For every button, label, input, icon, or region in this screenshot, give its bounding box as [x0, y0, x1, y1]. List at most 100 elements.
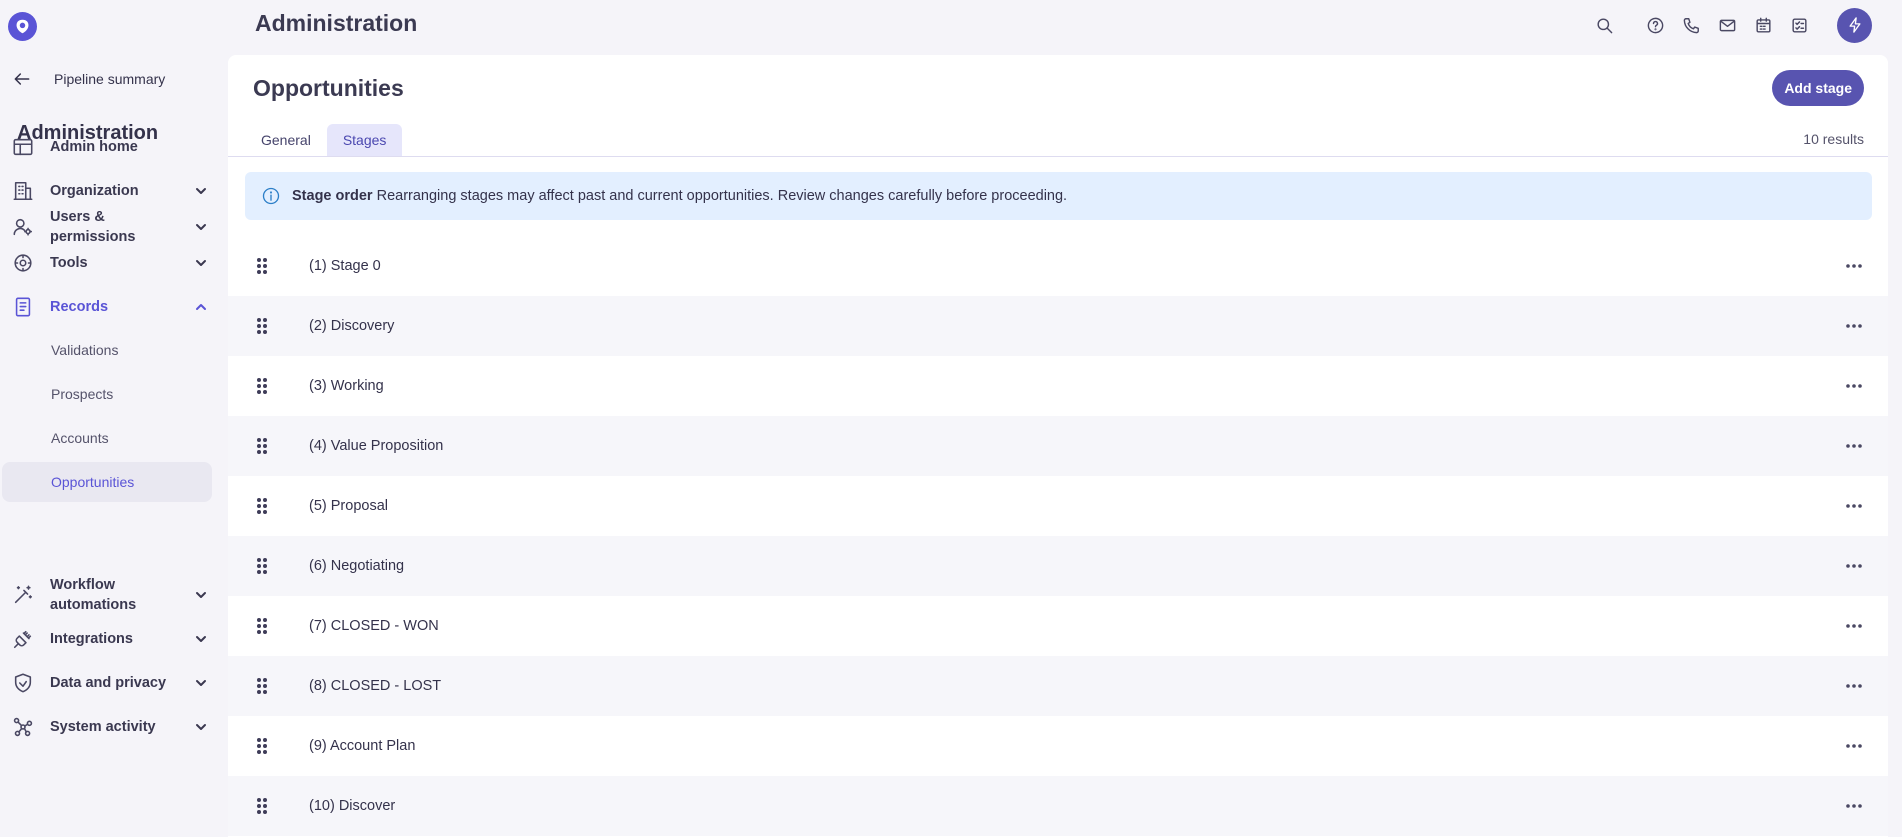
stage-row[interactable]: (4) Value Proposition	[228, 416, 1888, 476]
drag-handle-icon[interactable]	[256, 737, 268, 755]
stage-name: (8) CLOSED - LOST	[309, 678, 442, 694]
more-options-icon[interactable]	[1844, 736, 1864, 756]
sidebar-subitem-validations[interactable]: Validations	[2, 330, 212, 370]
sidebar-item-label: Admin home	[50, 139, 138, 155]
stage-row[interactable]: (3) Working	[228, 356, 1888, 416]
drag-handle-icon[interactable]	[256, 257, 268, 275]
more-options-icon[interactable]	[1844, 616, 1864, 636]
sidebar-item-label: System activity	[50, 719, 156, 735]
stage-name: (9) Account Plan	[309, 738, 416, 754]
stage-name: (2) Discovery	[309, 318, 395, 334]
sidebar: Pipeline summary Administration Admin ho…	[0, 55, 228, 837]
chevron-down-icon	[194, 632, 208, 646]
drag-handle-icon[interactable]	[256, 557, 268, 575]
stage-name: (10) Discover	[309, 798, 396, 814]
more-options-icon[interactable]	[1844, 256, 1864, 276]
drag-handle-icon[interactable]	[256, 317, 268, 335]
sidebar-item-label: Workflow automations	[50, 577, 137, 613]
stage-name: (5) Proposal	[309, 498, 388, 514]
sidebar-item-label: Users & permissions	[50, 209, 136, 245]
calendar-icon[interactable]	[1751, 13, 1776, 38]
stage-row[interactable]: (9) Account Plan	[228, 716, 1888, 776]
back-to-pipeline-link[interactable]: Pipeline summary	[12, 69, 165, 89]
sidebar-item-integrations[interactable]: Integrations	[12, 629, 208, 649]
sidebar-item-system-activity[interactable]: System activity	[12, 717, 208, 737]
logo-icon	[16, 19, 29, 34]
more-options-icon[interactable]	[1844, 376, 1864, 396]
sidebar-item-workflow-automations[interactable]: Workflow automations	[12, 575, 208, 615]
tab-general[interactable]: General	[245, 124, 327, 156]
sidebar-item-label: Data and privacy	[50, 675, 167, 691]
drag-handle-icon[interactable]	[256, 797, 268, 815]
app-logo[interactable]	[8, 12, 37, 41]
stage-name: (1) Stage 0	[309, 258, 381, 274]
drag-handle-icon[interactable]	[256, 377, 268, 395]
more-options-icon[interactable]	[1844, 316, 1864, 336]
sidebar-subitem-prospects[interactable]: Prospects	[2, 374, 212, 414]
shield-icon	[12, 672, 34, 694]
stage-row[interactable]: (6) Negotiating	[228, 536, 1888, 596]
sidebar-item-label: Integrations	[50, 631, 133, 647]
drag-handle-icon[interactable]	[256, 617, 268, 635]
arrow-left-icon	[14, 73, 30, 85]
layout-icon	[12, 136, 34, 158]
sidebar-subitem-opportunities[interactable]: Opportunities	[2, 462, 212, 502]
add-stage-button[interactable]: Add stage	[1772, 70, 1864, 106]
tab-bar: General Stages	[245, 124, 403, 156]
banner-title: Stage order	[292, 188, 373, 204]
drag-handle-icon[interactable]	[256, 437, 268, 455]
top-toolbar	[1592, 7, 1872, 43]
more-options-icon[interactable]	[1844, 676, 1864, 696]
chevron-down-icon	[194, 720, 208, 734]
bolt-icon[interactable]	[1837, 7, 1872, 43]
tabs-divider	[228, 156, 1888, 157]
more-options-icon[interactable]	[1844, 556, 1864, 576]
stage-name: (3) Working	[309, 378, 384, 394]
page-title: Opportunities	[253, 75, 404, 101]
more-options-icon[interactable]	[1844, 436, 1864, 456]
sidebar-item-tools[interactable]: Tools	[12, 253, 208, 273]
building-icon	[12, 180, 34, 202]
phone-icon[interactable]	[1679, 13, 1704, 38]
sidebar-item-label: Organization	[50, 183, 139, 199]
stages-list: (1) Stage 0 (2) Discovery (3) Working (4) V…	[228, 236, 1888, 836]
sidebar-item-organization[interactable]: Organization	[12, 181, 208, 201]
sidebar-item-label: Tools	[50, 255, 88, 271]
sidebar-item-label: Records	[50, 299, 109, 315]
back-link-label: Pipeline summary	[54, 71, 166, 87]
sidebar-item-admin-home[interactable]: Admin home	[12, 137, 208, 157]
stage-row[interactable]: (7) CLOSED - WON	[228, 596, 1888, 656]
stage-name: (4) Value Proposition	[309, 438, 444, 454]
sidebar-subitem-accounts[interactable]: Accounts	[2, 418, 212, 458]
mail-icon[interactable]	[1715, 13, 1740, 38]
tab-stages[interactable]: Stages	[326, 124, 403, 156]
chevron-down-icon	[194, 184, 208, 198]
results-count: 10 results	[1803, 131, 1864, 147]
more-options-icon[interactable]	[1844, 796, 1864, 816]
tasks-icon[interactable]	[1787, 13, 1812, 38]
help-icon[interactable]	[1643, 13, 1668, 38]
records-icon	[12, 296, 34, 318]
sidebar-item-users-permissions[interactable]: Users & permissions	[12, 207, 208, 247]
drag-handle-icon[interactable]	[256, 677, 268, 695]
stage-name: (7) CLOSED - WON	[309, 618, 439, 634]
drag-handle-icon[interactable]	[256, 497, 268, 515]
banner-text: Rearranging stages may affect past and c…	[376, 188, 1068, 204]
sidebar-item-records[interactable]: Records	[12, 297, 208, 317]
stage-row[interactable]: (2) Discovery	[228, 296, 1888, 356]
more-options-icon[interactable]	[1844, 496, 1864, 516]
stage-row[interactable]: (10) Discover	[228, 776, 1888, 836]
tools-icon	[12, 252, 34, 274]
main-panel: Opportunities Add stage General Stages 1…	[228, 55, 1888, 837]
plug-icon	[12, 628, 34, 650]
chevron-up-icon	[194, 300, 208, 314]
search-icon[interactable]	[1592, 13, 1617, 38]
magic-wand-icon	[12, 584, 34, 606]
stage-row[interactable]: (1) Stage 0	[228, 236, 1888, 296]
stage-row[interactable]: (8) CLOSED - LOST	[228, 656, 1888, 716]
stage-row[interactable]: (5) Proposal	[228, 476, 1888, 536]
chevron-down-icon	[194, 588, 208, 602]
page-header-title: Administration	[255, 10, 418, 36]
stage-name: (6) Negotiating	[309, 558, 405, 574]
sidebar-item-data-privacy[interactable]: Data and privacy	[12, 673, 208, 693]
